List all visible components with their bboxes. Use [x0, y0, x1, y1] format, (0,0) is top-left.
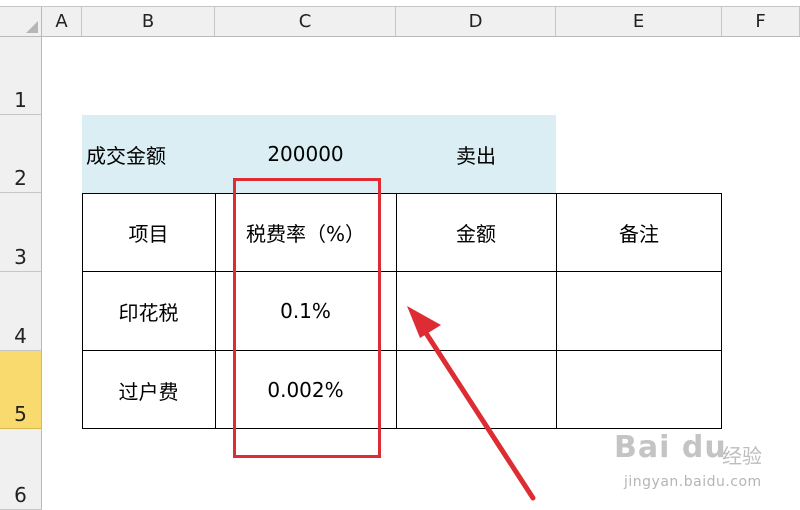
baidu-watermark: Bai du 经验 jingyan.baidu.com — [614, 430, 794, 504]
baidu-logo: Bai du — [614, 430, 727, 465]
watermark-url: jingyan.baidu.com — [624, 474, 762, 490]
watermark-brand: 经验 — [722, 444, 762, 468]
